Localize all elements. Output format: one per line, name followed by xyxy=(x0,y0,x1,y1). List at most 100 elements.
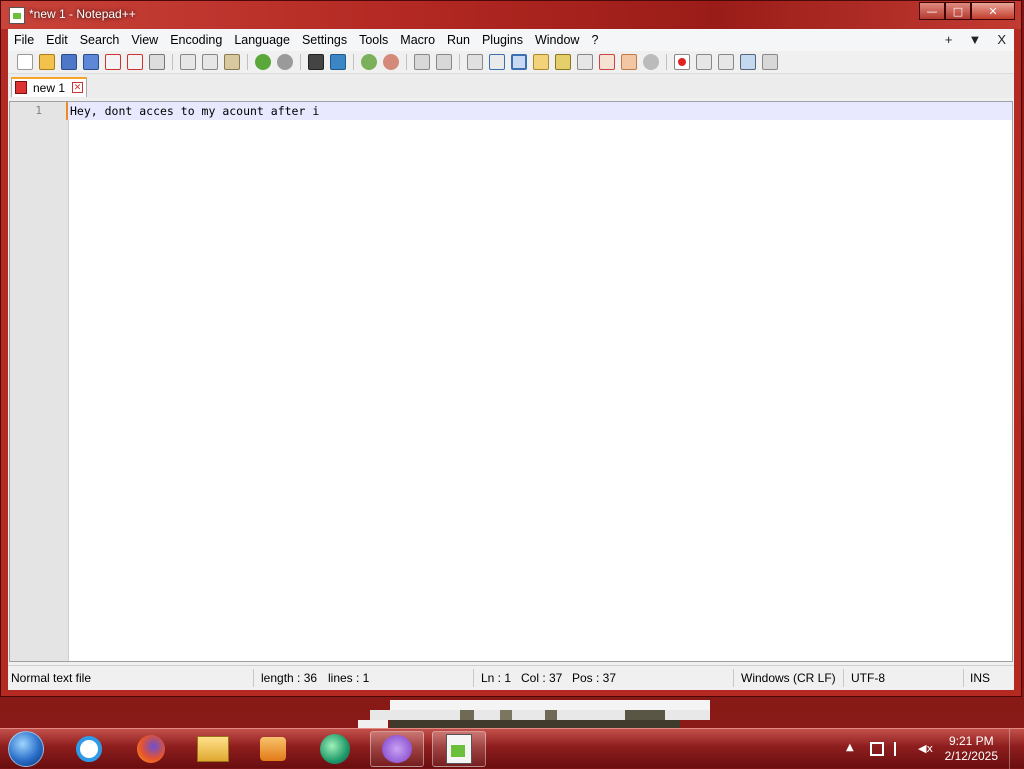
status-col: Col : 37 xyxy=(521,671,563,685)
cut-icon[interactable] xyxy=(180,54,196,70)
menu-tools[interactable]: Tools xyxy=(353,33,394,47)
volume-muted-icon[interactable]: ◀x xyxy=(918,742,933,756)
line-number-gutter: 1 xyxy=(10,102,69,661)
copy-icon[interactable] xyxy=(202,54,218,70)
edge-globe-icon[interactable] xyxy=(308,731,362,767)
redo-icon[interactable] xyxy=(277,54,293,70)
run-macro-multiple-icon[interactable] xyxy=(740,54,756,70)
status-bar: Normal text file length : 36 lines : 1 L… xyxy=(8,665,1014,690)
doc-list-icon[interactable] xyxy=(621,54,637,70)
show-all-chars-icon[interactable] xyxy=(489,54,505,70)
find-icon[interactable] xyxy=(308,54,324,70)
wallpaper-pixel xyxy=(390,700,710,710)
open-file-icon[interactable] xyxy=(39,54,55,70)
status-length: length : 36 xyxy=(261,671,318,685)
tab-list-button[interactable]: ▼ xyxy=(968,32,981,47)
notepadpp-icon[interactable] xyxy=(432,731,486,767)
sync-horizontal-icon[interactable] xyxy=(436,54,452,70)
close-document-button[interactable]: X xyxy=(997,32,1006,47)
change-marker xyxy=(66,102,68,120)
sync-vertical-icon[interactable] xyxy=(414,54,430,70)
close-all-icon[interactable] xyxy=(127,54,143,70)
undo-icon[interactable] xyxy=(255,54,271,70)
zoom-out-icon[interactable] xyxy=(383,54,399,70)
new-file-icon[interactable] xyxy=(17,54,33,70)
paste-icon[interactable] xyxy=(224,54,240,70)
close-icon[interactable] xyxy=(105,54,121,70)
notepadpp-window: *new 1 - Notepad++ — □ ✕ File Edit Searc… xyxy=(0,0,1022,697)
menu-plugins[interactable]: Plugins xyxy=(476,33,529,47)
new-tab-button[interactable]: + xyxy=(945,32,953,47)
tab-new-1[interactable]: new 1 ✕ xyxy=(11,77,87,97)
wallpaper-pixel xyxy=(625,710,665,720)
clock-time: 9:21 PM xyxy=(948,734,994,748)
save-all-icon[interactable] xyxy=(83,54,99,70)
monitoring-icon[interactable] xyxy=(643,54,659,70)
status-insert-mode: INS xyxy=(970,671,991,685)
menu-edit[interactable]: Edit xyxy=(40,33,74,47)
status-divider xyxy=(733,669,734,687)
window-title: *new 1 - Notepad++ xyxy=(29,7,136,21)
toolbar-separator xyxy=(666,54,667,70)
menu-settings[interactable]: Settings xyxy=(296,33,353,47)
wallpaper-pixel xyxy=(358,720,388,728)
stop-macro-icon[interactable] xyxy=(696,54,712,70)
function-list-icon[interactable] xyxy=(577,54,593,70)
action-center-flag-icon[interactable] xyxy=(894,742,908,756)
show-desktop-button[interactable] xyxy=(1009,729,1024,769)
udl-icon[interactable] xyxy=(533,54,549,70)
clock-date: 2/12/2025 xyxy=(944,749,998,763)
internet-explorer-icon[interactable] xyxy=(62,731,116,767)
menu-window[interactable]: Window xyxy=(529,33,585,47)
menu-help[interactable]: ? xyxy=(585,33,604,47)
folder-workspace-icon[interactable] xyxy=(599,54,615,70)
status-lines: lines : 1 xyxy=(328,671,370,685)
menu-view[interactable]: View xyxy=(125,33,164,47)
status-divider xyxy=(253,669,254,687)
indent-guide-icon[interactable] xyxy=(511,54,527,70)
taskbar: ▲ ◀x 9:21 PM 2/12/2025 xyxy=(0,728,1024,769)
save-macro-icon[interactable] xyxy=(762,54,778,70)
doc-map-icon[interactable] xyxy=(555,54,571,70)
tab-label: new 1 xyxy=(33,81,66,95)
status-ln: Ln : 1 xyxy=(481,671,512,685)
file-explorer-icon[interactable] xyxy=(186,731,240,767)
clock[interactable]: 9:21 PM 2/12/2025 xyxy=(945,734,998,764)
menu-search[interactable]: Search xyxy=(74,33,126,47)
word-wrap-icon[interactable] xyxy=(467,54,483,70)
editor-line-text[interactable]: Hey, dont acces to my acount after i xyxy=(70,104,319,118)
mask-app-icon[interactable] xyxy=(370,731,424,767)
firefox-icon[interactable] xyxy=(124,731,178,767)
menu-run[interactable]: Run xyxy=(441,33,476,47)
play-macro-icon[interactable] xyxy=(718,54,734,70)
menu-encoding[interactable]: Encoding xyxy=(164,33,228,47)
menu-macro[interactable]: Macro xyxy=(394,33,441,47)
title-bar[interactable]: *new 1 - Notepad++ — □ ✕ xyxy=(1,1,1021,29)
menu-bar: File Edit Search View Encoding Language … xyxy=(8,29,1014,51)
network-icon[interactable] xyxy=(870,742,884,756)
text-editor[interactable]: 1 Hey, dont acces to my acount after i xyxy=(9,101,1013,662)
toolbar xyxy=(8,51,1014,74)
maximize-button[interactable]: □ xyxy=(945,2,971,20)
print-icon[interactable] xyxy=(149,54,165,70)
status-encoding: UTF-8 xyxy=(851,671,885,685)
status-file-type: Normal text file xyxy=(11,671,92,685)
start-button[interactable] xyxy=(8,731,44,767)
tab-bar: new 1 ✕ xyxy=(8,74,1014,98)
line-number: 1 xyxy=(35,104,42,117)
menu-language[interactable]: Language xyxy=(228,33,296,47)
unsaved-icon xyxy=(15,81,27,94)
replace-icon[interactable] xyxy=(330,54,346,70)
wallpaper-pixel xyxy=(500,710,512,720)
save-icon[interactable] xyxy=(61,54,77,70)
close-button[interactable]: ✕ xyxy=(971,2,1015,20)
toolbar-separator xyxy=(300,54,301,70)
tab-close-icon[interactable]: ✕ xyxy=(72,82,83,93)
status-divider xyxy=(963,669,964,687)
menu-file[interactable]: File xyxy=(8,33,40,47)
record-macro-icon[interactable] xyxy=(674,54,690,70)
show-hidden-icons-icon[interactable]: ▲ xyxy=(846,742,860,756)
zoom-in-icon[interactable] xyxy=(361,54,377,70)
media-player-icon[interactable] xyxy=(246,731,300,767)
minimize-button[interactable]: — xyxy=(919,2,945,20)
